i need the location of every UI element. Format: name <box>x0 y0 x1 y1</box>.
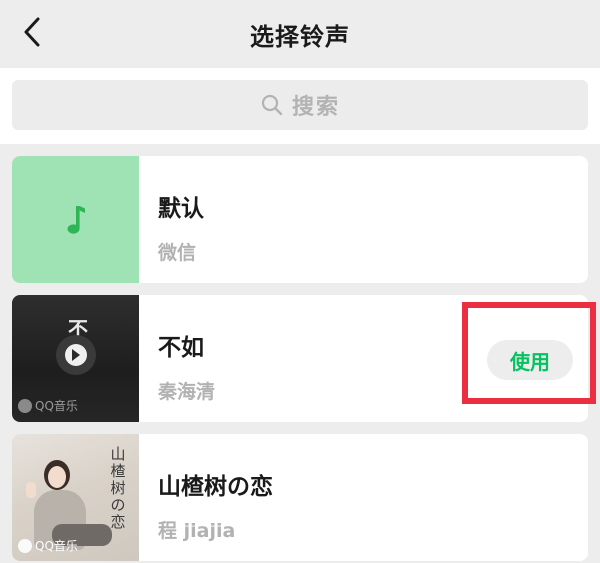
search-section: 搜索 <box>0 68 600 144</box>
qq-music-logo-icon <box>18 538 32 553</box>
search-input[interactable]: 搜索 <box>12 80 588 130</box>
ringtone-artist: 微信 <box>158 242 197 264</box>
ringtone-cover-default <box>12 156 139 283</box>
ringtone-cover-shanzhashu: 山楂树の恋 QQ音乐 <box>12 434 139 561</box>
ringtone-name: 不如 <box>158 335 204 361</box>
ringtone-list: 默认 微信 不 QQ音乐 不如 秦海清 使用 山楂树の恋 QQ音乐 山楂树の恋 … <box>0 144 600 563</box>
ringtone-name: 默认 <box>158 196 204 222</box>
use-button[interactable]: 使用 <box>487 340 573 380</box>
ringtone-item-default[interactable]: 默认 微信 <box>12 156 588 283</box>
search-placeholder: 搜索 <box>291 95 340 120</box>
cover-title: 山楂树の恋 <box>110 445 126 531</box>
ringtone-artist: 秦海清 <box>158 381 216 403</box>
qq-music-watermark: QQ音乐 <box>18 537 78 554</box>
qq-music-label: QQ音乐 <box>35 539 78 553</box>
ringtone-item-shanzhashu[interactable]: 山楂树の恋 QQ音乐 山楂树の恋 程 jiajia <box>12 434 588 561</box>
ringtone-item-buru[interactable]: 不 QQ音乐 不如 秦海清 使用 <box>12 295 588 422</box>
qq-music-watermark: QQ音乐 <box>18 397 78 414</box>
music-note-icon <box>67 205 85 234</box>
ringtone-name: 山楂树の恋 <box>158 474 273 500</box>
search-icon <box>261 94 283 116</box>
qq-music-logo-icon <box>18 398 32 413</box>
disc-graphic <box>56 335 96 375</box>
ringtone-cover-buru: 不 QQ音乐 <box>12 295 139 422</box>
qq-music-label: QQ音乐 <box>35 399 78 413</box>
page-title: 选择铃声 <box>250 23 350 51</box>
play-icon <box>72 349 80 361</box>
header-bar: 选择铃声 <box>0 0 600 68</box>
ringtone-artist: 程 jiajia <box>158 520 236 542</box>
